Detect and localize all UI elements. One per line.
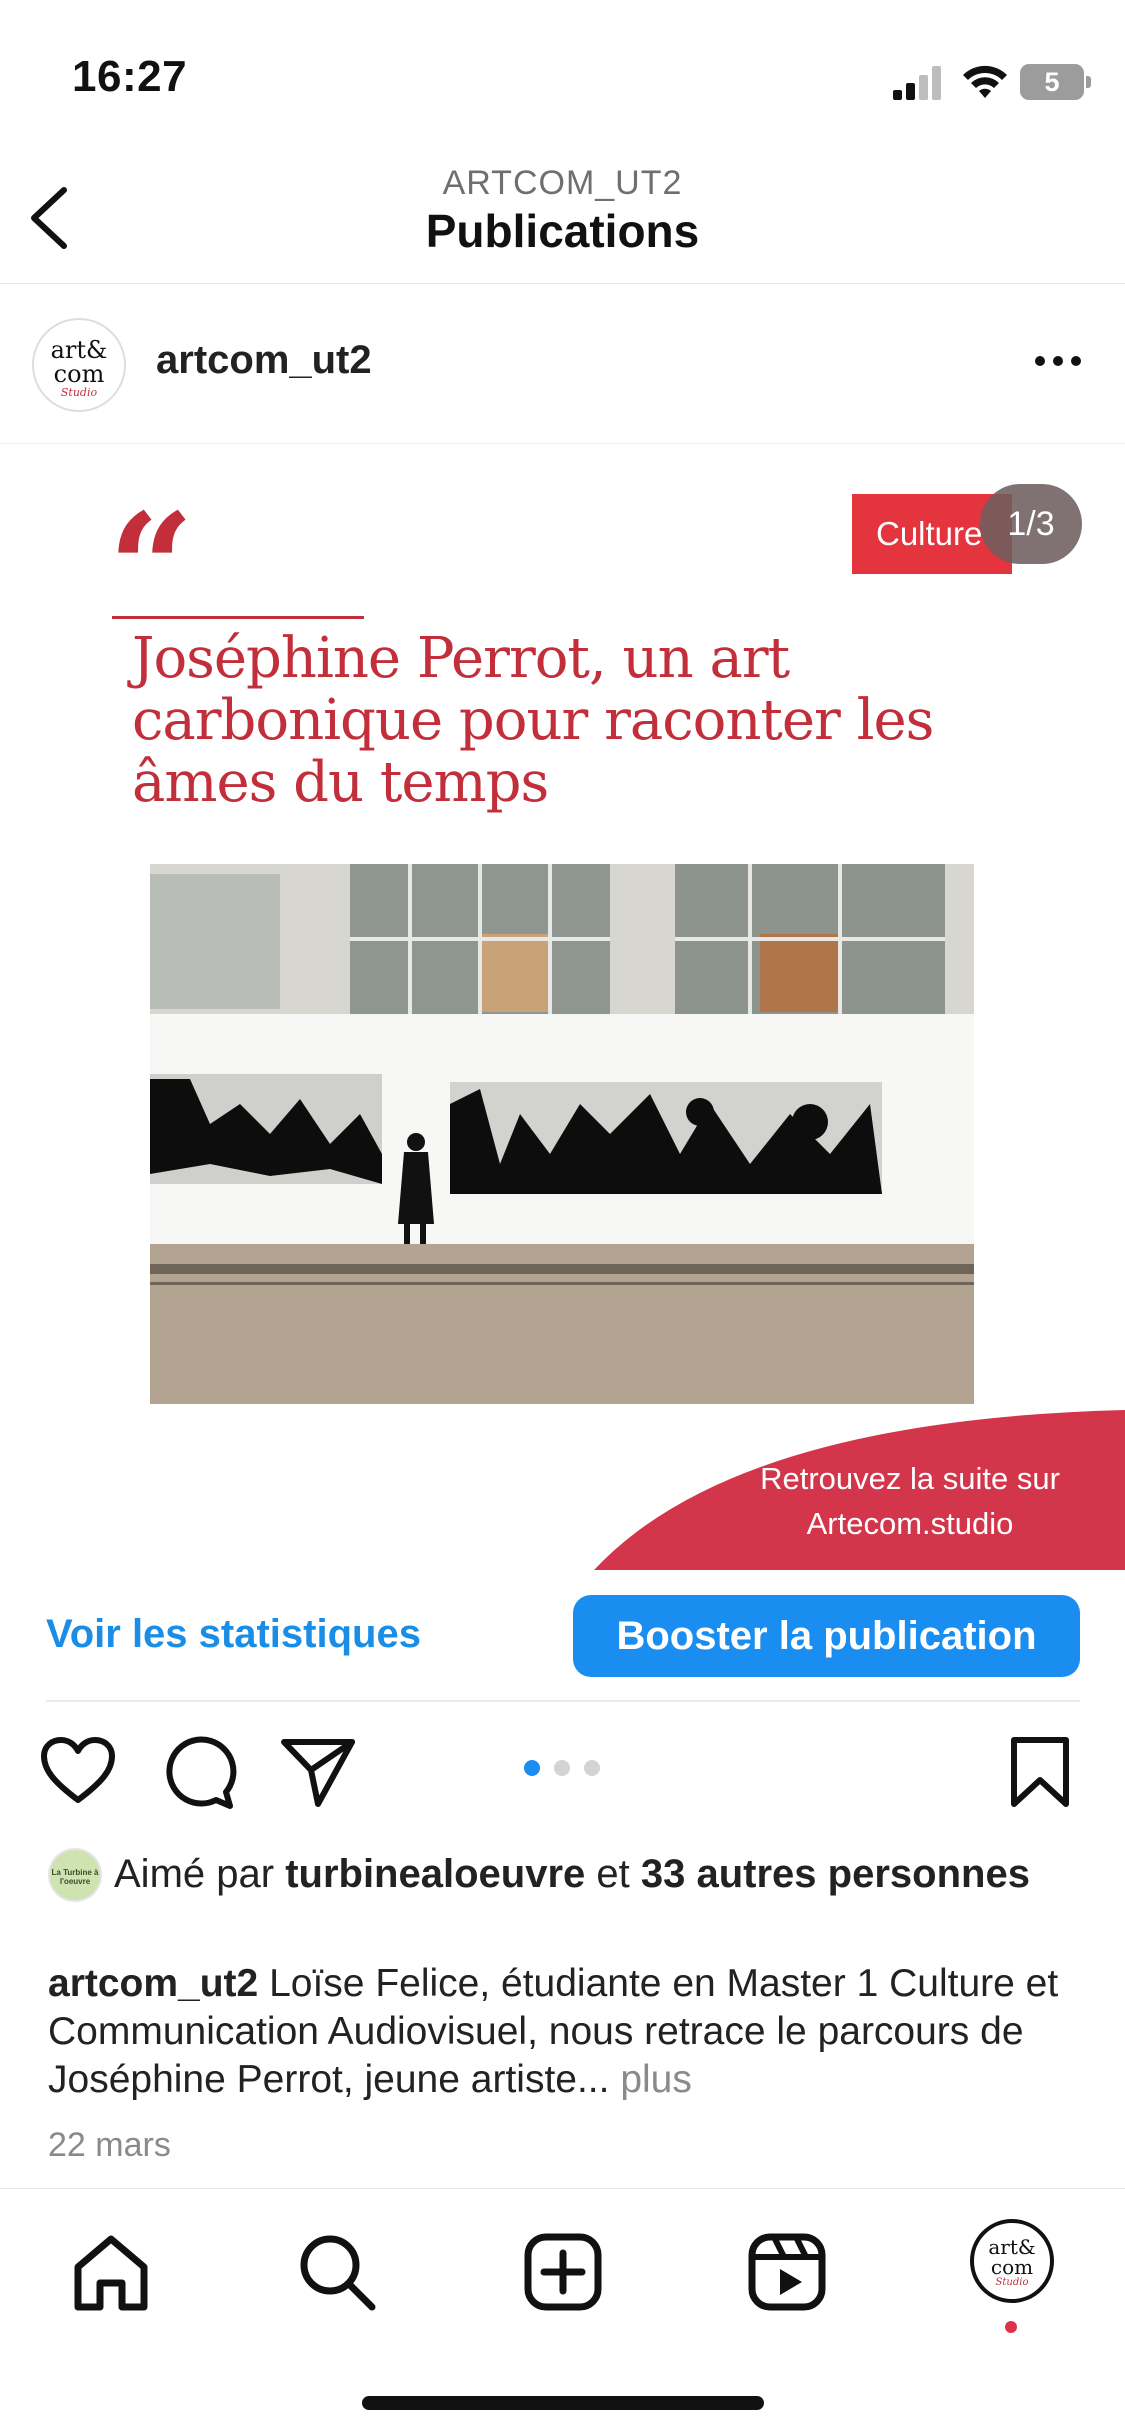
status-time: 16:27 — [72, 52, 188, 101]
tab-avatar-line2: com — [990, 2255, 1034, 2279]
likes-others[interactable]: 33 autres personnes — [641, 1852, 1030, 1896]
exhibition-photo — [150, 864, 974, 1404]
search-icon[interactable] — [292, 2227, 382, 2317]
avatar-logo-line2: com — [53, 360, 105, 388]
header-account-name: ARTCOM_UT2 — [442, 164, 683, 202]
cellular-signal-icon — [893, 66, 941, 100]
create-post-icon[interactable] — [518, 2227, 608, 2317]
likes-summary[interactable]: Aimé par turbinealoeuvre et 33 autres pe… — [114, 1850, 1074, 1898]
divider — [46, 1700, 1080, 1702]
likes-prefix: Aimé par — [114, 1852, 275, 1896]
bookmark-icon[interactable] — [1000, 1732, 1080, 1812]
page-title: Publications — [425, 205, 700, 257]
battery-level: 5 — [1044, 67, 1060, 97]
cta-banner-text: Retrouvez la suite sur Artecom.studio — [710, 1456, 1110, 1546]
quote-mark: “ — [108, 481, 195, 657]
caption-username[interactable]: artcom_ut2 — [48, 1962, 258, 2005]
carousel-indicator — [524, 1760, 600, 1776]
heart-icon[interactable] — [38, 1732, 118, 1812]
post-image-headline: Joséphine Perrot, un art carbonique pour… — [132, 626, 934, 815]
liker-avatar[interactable]: La Turbine à l'oeuvre — [48, 1848, 102, 1902]
cta-line2: Artecom.studio — [806, 1506, 1014, 1541]
liker-avatar-text: La Turbine à l'oeuvre — [51, 1868, 99, 1886]
caption-more-link[interactable]: plus — [620, 2058, 692, 2101]
more-options-icon[interactable] — [1028, 336, 1088, 386]
reels-icon[interactable] — [742, 2227, 832, 2317]
post-caption: artcom_ut2 Loïse Felice, étudiante en Ma… — [48, 1960, 1088, 2104]
wifi-icon — [963, 65, 1007, 98]
battery-icon: 5 — [1020, 64, 1092, 100]
avatar-logo-line3: Studio — [60, 386, 98, 399]
notification-dot — [1005, 2321, 1017, 2333]
comment-icon[interactable] — [158, 1732, 238, 1812]
boost-post-button[interactable]: Booster la publication — [573, 1595, 1080, 1677]
avatar[interactable]: art& com Studio — [32, 318, 126, 412]
cta-line1: Retrouvez la suite sur — [760, 1461, 1060, 1496]
post-username[interactable]: artcom_ut2 — [156, 338, 372, 383]
home-indicator[interactable] — [362, 2396, 764, 2410]
status-bar: 16:27 5 — [0, 0, 1125, 140]
paper-plane-icon[interactable] — [278, 1732, 358, 1812]
post-header: art& com Studio artcom_ut2 — [0, 284, 1125, 444]
view-insights-link[interactable]: Voir les statistiques — [46, 1612, 421, 1657]
quote-underline — [112, 616, 364, 619]
slide-counter: 1/3 — [980, 484, 1082, 564]
liker-username[interactable]: turbinealoeuvre — [285, 1852, 585, 1896]
nav-header: ARTCOM_UT2 Publications — [0, 150, 1125, 284]
profile-tab-avatar[interactable]: art& com Studio — [970, 2219, 1054, 2303]
home-icon[interactable] — [66, 2227, 156, 2317]
likes-middle: et — [596, 1852, 630, 1896]
tab-avatar-line3: Studio — [995, 2277, 1029, 2288]
post-date: 22 mars — [48, 2126, 171, 2164]
